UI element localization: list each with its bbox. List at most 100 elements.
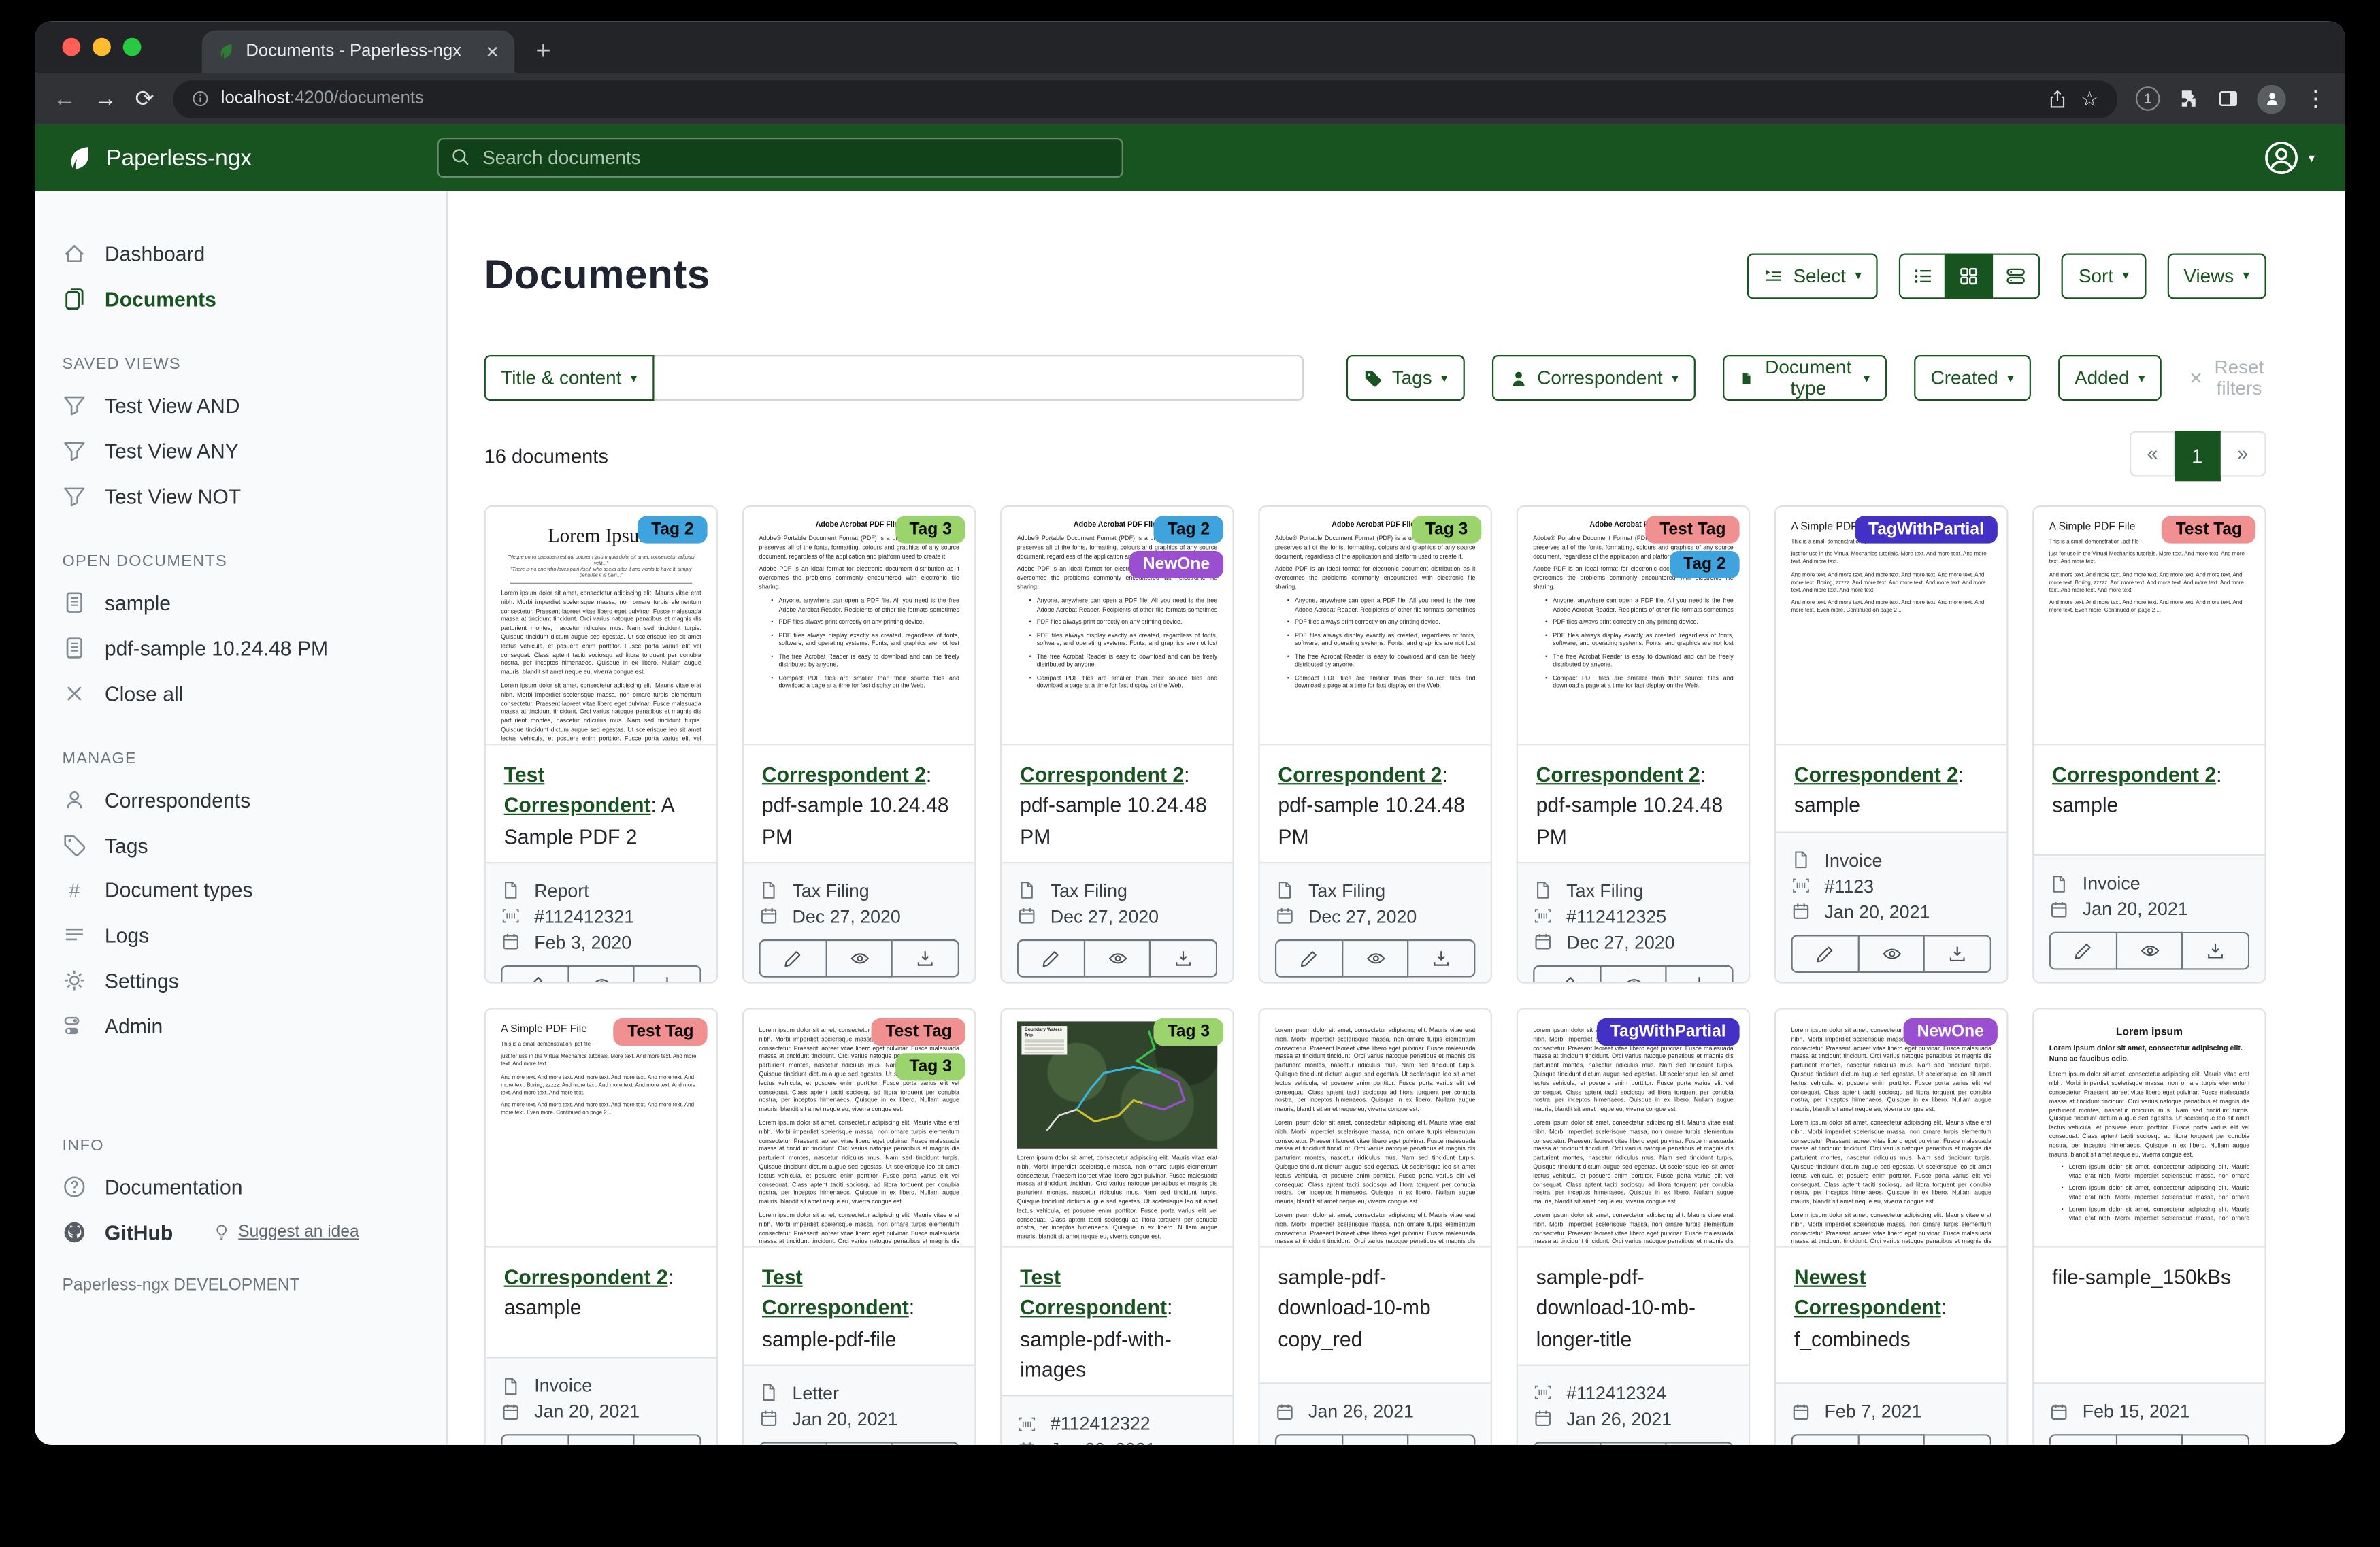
edit-button[interactable] <box>501 965 569 983</box>
view-button[interactable] <box>569 965 635 983</box>
document-thumbnail[interactable]: Test Tag A Simple PDF File This is a sma… <box>486 1010 716 1248</box>
document-card[interactable]: Tag 2 Lorem Ipsum "Neque porro quisquam … <box>484 505 718 984</box>
edit-button[interactable] <box>1275 939 1343 977</box>
edit-button[interactable] <box>2049 1434 2117 1445</box>
minimize-window-button[interactable] <box>93 38 111 56</box>
correspondent-link[interactable]: Correspondent 2 <box>1278 763 1442 786</box>
tag-badge[interactable]: Tag 3 <box>1154 1018 1223 1046</box>
filter-text-input[interactable] <box>654 355 1304 401</box>
view-button[interactable] <box>1601 965 1667 983</box>
view-button[interactable] <box>1343 1434 1409 1445</box>
browser-menu-icon[interactable]: ⋮ <box>2304 85 2327 112</box>
extensions-puzzle-icon[interactable] <box>2178 88 2199 109</box>
document-thumbnail[interactable]: Lorem ipsum dolor sit amet, consectetur … <box>1260 1010 1491 1248</box>
document-type-filter-button[interactable]: Document type ▾ <box>1722 355 1887 401</box>
sidebar-item-settings[interactable]: Settings <box>35 958 446 1003</box>
next-page-button[interactable]: » <box>2221 430 2266 476</box>
new-tab-button[interactable]: + <box>514 37 550 73</box>
view-button[interactable] <box>1859 1434 1925 1445</box>
tag-badge[interactable]: Tag 2 <box>1154 516 1223 544</box>
view-button[interactable] <box>827 939 893 977</box>
tab-close-icon[interactable]: ✕ <box>485 41 499 61</box>
close-window-button[interactable] <box>62 38 80 56</box>
url-bar[interactable]: localhost:4200/documents ☆ <box>172 80 2117 118</box>
zoom-window-button[interactable] <box>123 38 142 56</box>
suggest-idea-link[interactable]: Suggest an idea <box>238 1223 359 1242</box>
app-brand[interactable]: Paperless-ngx <box>65 144 252 172</box>
sidebar-item-github[interactable]: GitHub <box>105 1221 173 1244</box>
download-button[interactable] <box>1409 1434 1475 1445</box>
sidebar-item-dashboard[interactable]: Dashboard <box>35 231 446 276</box>
extension-badge-icon[interactable]: 1 <box>2136 86 2160 111</box>
document-thumbnail[interactable]: Tag 3 Adobe Acrobat PDF Files Adobe® Por… <box>1260 507 1491 745</box>
detail-view-button[interactable] <box>1994 252 2040 298</box>
document-thumbnail[interactable]: NewOne Lorem ipsum dolor sit amet, conse… <box>1776 1010 2006 1248</box>
edit-button[interactable] <box>2049 932 2117 970</box>
document-card[interactable]: Test Tag Tag 3 Lorem ipsum dolor sit ame… <box>742 1008 976 1444</box>
correspondent-link[interactable]: Newest Correspondent <box>1794 1266 1941 1320</box>
tag-badge[interactable]: TagWithPartial <box>1597 1018 1740 1046</box>
correspondent-link[interactable]: Test Correspondent <box>1020 1266 1167 1320</box>
download-button[interactable] <box>1667 1442 1733 1445</box>
tag-badge[interactable]: Test Tag <box>1646 516 1739 544</box>
select-button[interactable]: Select ▾ <box>1748 252 1879 298</box>
sidebar-item-admin[interactable]: Admin <box>35 1003 446 1049</box>
edit-button[interactable] <box>1791 1434 1859 1445</box>
sidebar-item-correspondents[interactable]: Correspondents <box>35 777 446 822</box>
grid-view-button[interactable] <box>1947 252 1994 298</box>
correspondent-link[interactable]: Correspondent 2 <box>2052 763 2216 786</box>
tags-filter-button[interactable]: Tags ▾ <box>1346 355 1464 401</box>
edit-button[interactable] <box>759 939 827 977</box>
back-button[interactable]: ← <box>53 86 76 112</box>
sidebar-item-saved-view[interactable]: Test View AND <box>35 382 446 428</box>
view-button[interactable] <box>1601 1442 1667 1445</box>
document-card[interactable]: Test Tag A Simple PDF File This is a sma… <box>2032 505 2266 984</box>
tag-badge[interactable]: Tag 3 <box>895 516 965 544</box>
title-content-dropdown[interactable]: Title & content ▾ <box>484 355 654 401</box>
document-card[interactable]: Tag 3 <box>1000 1008 1234 1444</box>
tag-badge[interactable]: Test Tag <box>2162 516 2255 544</box>
sidebar-item-document-types[interactable]: # Document types <box>35 868 446 912</box>
correspondent-link[interactable]: Correspondent 2 <box>1794 763 1958 786</box>
created-filter-button[interactable]: Created ▾ <box>1914 355 2030 401</box>
correspondent-link[interactable]: Correspondent 2 <box>1020 763 1184 786</box>
view-button[interactable] <box>1343 939 1409 977</box>
download-button[interactable] <box>2183 1434 2249 1445</box>
tag-badge[interactable]: Test Tag <box>614 1018 707 1046</box>
view-button[interactable] <box>1859 934 1925 972</box>
views-button[interactable]: Views ▾ <box>2167 252 2266 298</box>
download-button[interactable] <box>1151 939 1217 977</box>
sidebar-item-documents[interactable]: Documents <box>35 276 446 322</box>
tag-badge[interactable]: Tag 3 <box>895 1053 965 1080</box>
document-card[interactable]: Tag 2 NewOne Adobe Acrobat PDF Files Ado… <box>1000 505 1234 984</box>
edit-button[interactable] <box>1533 1442 1601 1445</box>
search-input[interactable] <box>437 138 1123 178</box>
download-button[interactable] <box>1409 939 1475 977</box>
reload-button[interactable]: ⟳ <box>135 85 154 112</box>
tag-badge[interactable]: Tag 2 <box>638 516 707 544</box>
tag-badge[interactable]: Test Tag <box>872 1018 965 1046</box>
tag-badge[interactable]: TagWithPartial <box>1855 516 1998 544</box>
prev-page-button[interactable]: « <box>2130 430 2175 476</box>
user-menu[interactable]: ▾ <box>2263 139 2315 176</box>
document-card[interactable]: Test Tag A Simple PDF File This is a sma… <box>484 1008 718 1444</box>
correspondent-link[interactable]: Correspondent 2 <box>1536 763 1700 786</box>
page-1-button[interactable]: 1 <box>2175 430 2221 480</box>
sidebar-item-logs[interactable]: Logs <box>35 912 446 958</box>
document-card[interactable]: NewOne Lorem ipsum dolor sit amet, conse… <box>1774 1008 2009 1444</box>
document-thumbnail[interactable]: Tag 3 Adobe Acrobat PDF Files Adobe® Por… <box>744 507 974 745</box>
document-card[interactable]: Lorem ipsum Lorem ipsum dolor sit amet, … <box>2032 1008 2266 1444</box>
correspondent-link[interactable]: Correspondent 2 <box>504 1266 668 1288</box>
download-button[interactable] <box>1926 1434 1991 1445</box>
share-icon[interactable] <box>2048 89 2068 109</box>
document-thumbnail[interactable]: Tag 3 <box>1002 1010 1232 1248</box>
sidebar-item-saved-view[interactable]: Test View NOT <box>35 473 446 519</box>
view-button[interactable] <box>1085 939 1151 977</box>
download-button[interactable] <box>2183 932 2249 970</box>
edit-button[interactable] <box>1533 965 1601 983</box>
document-card[interactable]: TagWithPartial A Simple PDF File This is… <box>1774 505 2009 984</box>
document-thumbnail[interactable]: Test Tag Tag 3 Lorem ipsum dolor sit ame… <box>744 1010 974 1248</box>
sort-button[interactable]: Sort ▾ <box>2062 252 2145 298</box>
added-filter-button[interactable]: Added ▾ <box>2057 355 2162 401</box>
edit-button[interactable] <box>1017 939 1085 977</box>
